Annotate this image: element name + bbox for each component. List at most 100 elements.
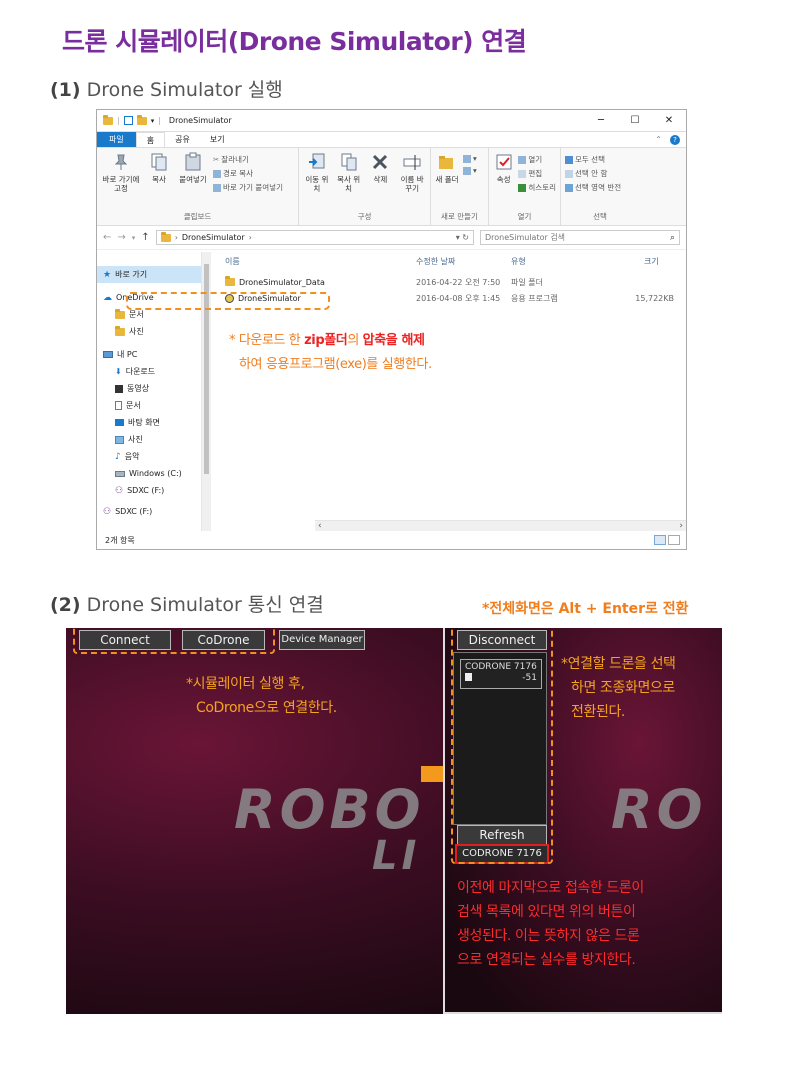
copy-icon	[151, 153, 167, 171]
paste-shortcut-icon	[213, 183, 221, 192]
recent-dropdown-icon[interactable]: ▾	[132, 234, 136, 242]
column-header-row: 이름 수정한 날짜 유형 크기	[211, 252, 686, 270]
section-1-text: Drone Simulator 실행	[86, 79, 283, 101]
launch-note: *시뮬레이터 실행 후, CoDrone으로 연결한다.	[186, 676, 337, 716]
properties-icon[interactable]	[123, 116, 133, 125]
ribbon-tabs: 파일 홈 공유 보기 ⌃ ?	[97, 132, 686, 148]
file-date: 2016-04-22 오전 7:50	[416, 277, 501, 287]
folder-icon	[225, 276, 235, 286]
tab-file[interactable]: 파일	[97, 132, 136, 147]
robolink-logo-text: ROBO	[234, 778, 425, 841]
tab-share[interactable]: 공유	[165, 132, 200, 147]
file-date: 2016-04-08 오후 1:45	[416, 293, 501, 303]
search-icon: ⌕	[669, 232, 675, 243]
cut-button[interactable]: ✂ 잘라내기	[213, 154, 283, 165]
maximize-button[interactable]: ☐	[618, 115, 652, 126]
scissors-icon: ✂	[213, 155, 220, 164]
nav-item-pictures[interactable]: 사진	[97, 431, 201, 448]
column-name[interactable]: 이름	[211, 256, 416, 267]
column-type[interactable]: 유형	[511, 256, 604, 267]
nav-item-videos[interactable]: 동영상	[97, 380, 201, 397]
nav-item-music[interactable]: ♪ 음악	[97, 448, 201, 465]
select-none-button[interactable]: 선택 안 함	[565, 168, 621, 179]
nav-item-windows-drive[interactable]: Windows (C:)	[97, 465, 201, 482]
clipboard-group: 바로 가기에 고정 복사 붙여넣기 ✂ 잘라내기 경로 복사 바로 가기 붙여넣기…	[97, 148, 299, 225]
usb-drive-icon: ⚇	[115, 485, 124, 496]
easy-access-icon[interactable]: ▾	[463, 166, 477, 175]
back-arrow-icon[interactable]: ←	[103, 232, 111, 243]
new-item-icon[interactable]: ▾	[463, 154, 477, 163]
last-drone-explanation: 이전에 마지막으로 접속한 드론이 검색 목록에 있다면 위의 버튼이 생성된다…	[457, 880, 644, 968]
new-group: 새 폴더 ▾ ▾ 새로 만들기	[431, 148, 489, 225]
refresh-icon[interactable]: ▾ ↻	[456, 233, 469, 242]
folder-icon	[115, 308, 125, 319]
quick-access-toolbar: | ▾ |	[103, 114, 161, 125]
file-size: 15,722KB	[635, 293, 674, 303]
music-icon: ♪	[115, 451, 121, 462]
open-group-label: 열기	[517, 212, 532, 221]
select-group-label: 선택	[593, 212, 607, 221]
section-2-text: Drone Simulator 통신 연결	[86, 594, 324, 616]
column-date[interactable]: 수정한 날짜	[416, 256, 511, 267]
scroll-right-icon[interactable]: ›	[679, 521, 683, 531]
item-count: 2개 항목	[105, 535, 135, 545]
tab-view[interactable]: 보기	[200, 132, 235, 147]
edit-button[interactable]: 편집	[518, 168, 556, 179]
device-manager-button[interactable]: Device Manager	[279, 630, 365, 650]
new-folder-icon[interactable]	[136, 114, 147, 125]
collapse-ribbon-icon[interactable]: ⌃	[655, 135, 662, 144]
section-1-heading: (1) Drone Simulator 실행	[50, 75, 283, 102]
nav-item-od-pictures[interactable]: 사진	[97, 323, 201, 340]
file-name: DroneSimulator_Data	[239, 277, 325, 287]
horizontal-scrollbar[interactable]: ‹ ›	[315, 520, 686, 531]
properties-check-icon	[496, 154, 512, 170]
forward-arrow-icon[interactable]: →	[117, 232, 125, 243]
paste-shortcut-button[interactable]: 바로 가기 붙여넣기	[213, 182, 283, 193]
close-button[interactable]: ✕	[652, 115, 686, 126]
simulator-screenshots: ROBO LI Connect CoDrone Device Manager *…	[66, 628, 722, 1014]
file-type: 응용 프로그램	[511, 293, 558, 303]
breadcrumb-current[interactable]: DroneSimulator	[182, 233, 245, 242]
history-button[interactable]: 히스토리	[518, 182, 556, 193]
large-icons-view-button[interactable]	[668, 535, 680, 545]
download-folder-icon: ⬇	[115, 367, 122, 376]
open-group: 속성 열기 편집 히스토리 열기	[489, 148, 561, 225]
nav-item-quick-access[interactable]: ★ 바로 가기	[97, 266, 201, 283]
invert-selection-button[interactable]: 선택 영역 반전	[565, 182, 621, 193]
minimize-button[interactable]: ─	[584, 115, 618, 126]
ribbon: 바로 가기에 고정 복사 붙여넣기 ✂ 잘라내기 경로 복사 바로 가기 붙여넣기…	[97, 148, 686, 226]
delete-x-icon	[373, 154, 388, 170]
nav-item-documents[interactable]: 문서	[97, 397, 201, 414]
clipboard-icon	[185, 152, 201, 171]
tab-home[interactable]: 홈	[135, 132, 166, 147]
copy-path-button[interactable]: 경로 복사	[213, 168, 283, 179]
simulator-start-screen: ROBO LI Connect CoDrone Device Manager *…	[66, 628, 465, 1014]
nav-item-sdxc-f[interactable]: ⚇ SDXC (F:)	[97, 482, 201, 499]
select-all-button[interactable]: 모두 선택	[565, 154, 621, 165]
file-row-data-folder[interactable]: DroneSimulator_Data 2016-04-22 오전 7:50 파…	[211, 274, 686, 290]
section-1-number: (1)	[50, 79, 81, 101]
details-view-button[interactable]	[654, 535, 666, 545]
connect-highlight-box	[73, 628, 275, 654]
search-input[interactable]: DroneSimulator 검색 ⌕	[480, 230, 680, 245]
robolink-logo-text-2: LI	[372, 833, 421, 879]
column-size[interactable]: 크기	[604, 256, 674, 267]
help-icon[interactable]: ?	[670, 134, 680, 145]
cloud-icon: ☁	[103, 292, 112, 303]
nav-item-downloads[interactable]: ⬇ 다운로드	[97, 363, 201, 380]
unzip-instruction-note: * 다운로드 한 zip폴더의 압축을 해제 하여 응용프로그램(exe)를 실…	[229, 333, 432, 372]
open-button[interactable]: 열기	[518, 154, 556, 165]
move-to-icon	[308, 153, 325, 169]
address-bar[interactable]: › DroneSimulator › ▾ ↻	[155, 230, 474, 245]
new-group-label: 새로 만들기	[441, 212, 478, 221]
nav-item-sdxc-f-root[interactable]: ⚇ SDXC (F:)	[97, 503, 201, 520]
nav-item-this-pc[interactable]: 내 PC	[97, 346, 201, 363]
device-list-highlight-box	[451, 628, 553, 864]
customize-dropdown-icon[interactable]: ▾	[151, 117, 155, 125]
rename-icon	[403, 155, 421, 170]
search-placeholder: DroneSimulator 검색	[485, 233, 566, 242]
clipboard-group-label: 클립보드	[183, 212, 212, 221]
nav-item-desktop[interactable]: 바탕 화면	[97, 414, 201, 431]
scroll-left-icon[interactable]: ‹	[318, 521, 322, 531]
up-arrow-icon[interactable]: ↑	[141, 232, 149, 243]
